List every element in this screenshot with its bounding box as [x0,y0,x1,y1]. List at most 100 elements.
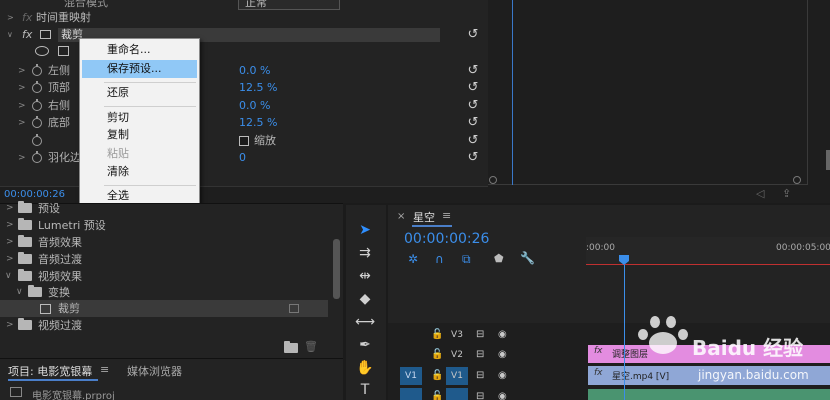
selection-tool-icon[interactable]: ➤ [354,220,376,240]
sync-lock-icon[interactable]: ⊟ [476,325,484,345]
twirl-open-icon[interactable]: ∨ [5,268,12,285]
effects-item-video-transitions[interactable]: > 视频过渡 [0,317,328,334]
filter-icon[interactable]: ◁ [756,187,764,200]
menu-item-rename[interactable]: 重命名... [82,41,197,59]
export-icon[interactable]: ⇪ [782,187,791,200]
property-value[interactable]: 0.0 % [239,97,270,115]
nest-toggle-icon[interactable]: ✲ [408,252,418,266]
reset-icon[interactable]: ↺ [466,62,480,80]
track-target-v1[interactable]: V1 [446,367,468,385]
eye-icon[interactable]: ◉ [498,325,507,345]
twirl-closed-icon[interactable]: > [6,317,14,334]
effects-item-transform[interactable]: ∨ 变换 [0,284,328,301]
slip-tool-icon[interactable]: ⟷ [354,312,376,332]
zoom-checkbox[interactable] [239,136,249,146]
fx-badge-icon[interactable]: fx [22,26,32,44]
reset-icon[interactable]: ↺ [466,132,480,150]
sync-lock-icon[interactable]: ⊟ [476,345,484,365]
effects-item-lumetri[interactable]: > Lumetri 预设 [0,217,328,234]
menu-item-cut[interactable]: 剪切 [82,109,197,127]
new-bin-icon[interactable] [284,341,298,353]
snap-icon[interactable]: ∩ [435,252,444,266]
eye-icon[interactable]: ◉ [498,387,507,400]
eye-icon[interactable]: ◉ [498,366,507,386]
crop-effect-row[interactable]: ∨ fx 裁剪 ↺ [0,26,488,44]
stopwatch-icon[interactable] [32,99,42,111]
work-area-bar[interactable] [586,264,830,265]
property-value[interactable]: 12.5 % [239,79,277,97]
track-select-tool-icon[interactable]: ⇉ [354,243,376,263]
twirl-closed-icon[interactable]: > [18,114,26,132]
effects-item-video-effects[interactable]: ∨ 视频效果 [0,268,328,285]
lock-icon[interactable]: 🔓 [431,325,443,345]
close-tab-icon[interactable]: × [397,211,405,222]
effect-timeline-scrollbar[interactable] [488,176,808,185]
scroll-handle-right-icon[interactable] [793,176,801,184]
sync-lock-icon[interactable]: ⊟ [476,387,484,400]
ripple-edit-tool-icon[interactable]: ⇹ [354,266,376,286]
twirl-open-icon[interactable]: ∨ [7,26,13,44]
stopwatch-icon[interactable] [32,134,42,146]
effects-item-crop-selected[interactable]: 裁剪 [0,300,328,317]
lock-icon[interactable]: 🔓 [431,387,443,400]
feather-value[interactable]: 0 [239,149,246,167]
property-value[interactable]: 0.0 % [239,62,270,80]
twirl-closed-icon[interactable]: > [6,251,14,268]
lock-icon[interactable]: 🔓 [431,366,443,386]
reset-icon[interactable]: ↺ [466,114,480,132]
tab-menu-icon[interactable]: ≡ [100,363,109,376]
stopwatch-icon[interactable] [32,151,42,163]
menu-item-copy[interactable]: 复制 [82,126,197,144]
twirl-closed-icon[interactable]: > [6,234,14,251]
scroll-handle-left-icon[interactable] [489,176,497,184]
menu-item-save-preset[interactable]: 保存预设... [82,60,197,78]
effects-item-audio-transitions[interactable]: > 音频过渡 [0,251,328,268]
twirl-closed-icon[interactable]: > [6,200,14,217]
hand-tool-icon[interactable]: ✋ [354,358,376,378]
twirl-closed-icon[interactable]: > [18,97,26,115]
reset-icon[interactable]: ↺ [466,79,480,97]
reset-icon[interactable]: ↺ [466,97,480,115]
tab-project[interactable]: 项目: 电影宽银幕 [8,363,92,379]
stopwatch-icon[interactable] [32,116,42,128]
menu-item-restore[interactable]: 还原 [82,84,197,102]
twirl-closed-icon[interactable]: > [6,217,14,234]
linked-selection-icon[interactable]: ⧉ [462,252,471,267]
sync-lock-icon[interactable]: ⊟ [476,366,484,386]
reset-icon[interactable]: ↺ [466,26,480,44]
twirl-closed-icon[interactable]: > [18,149,26,167]
effect-controls-timecode[interactable]: 00:00:00:26 [4,189,65,200]
time-remap-row[interactable]: > fx 时间重映射 [0,9,488,27]
timeline-timecode[interactable]: 00:00:00:26 [404,231,489,247]
project-file-name[interactable]: 电影宽银幕.prproj [32,387,115,400]
twirl-closed-icon[interactable]: > [18,62,26,80]
effects-scrollbar[interactable] [333,239,340,299]
effects-item-audio-effects[interactable]: > 音频效果 [0,234,328,251]
ellipse-mask-icon[interactable] [35,46,49,56]
effects-item-presets[interactable]: > 预设 [0,200,328,217]
trash-icon[interactable]: 🗑 [304,340,318,353]
twirl-closed-icon[interactable]: > [7,9,14,27]
sequence-tab[interactable]: 星空 [413,209,435,225]
twirl-open-icon[interactable]: ∨ [16,284,23,301]
source-patch-a1[interactable] [400,388,422,400]
tab-media-browser[interactable]: 媒体浏览器 [127,363,182,379]
twirl-closed-icon[interactable]: > [18,79,26,97]
stopwatch-icon[interactable] [32,64,42,76]
menu-item-clear[interactable]: 清除 [82,163,197,181]
property-value[interactable]: 12.5 % [239,114,277,132]
type-tool-icon[interactable]: T [354,380,376,400]
add-marker-icon[interactable]: ⬟ [494,252,504,265]
eye-icon[interactable]: ◉ [498,345,507,365]
source-patch-v1[interactable]: V1 [400,367,422,385]
pen-tool-icon[interactable]: ✒ [354,335,376,355]
reset-icon[interactable]: ↺ [466,149,480,167]
panel-scrollbar[interactable] [826,150,830,170]
stopwatch-icon[interactable] [32,81,42,93]
track-target-a1[interactable] [446,388,468,400]
lock-icon[interactable]: 🔓 [431,345,443,365]
wrench-icon[interactable]: 🔧 [520,251,535,265]
tab-menu-icon[interactable]: ≡ [442,209,451,222]
razor-tool-icon[interactable]: ◆ [354,289,376,309]
rectangle-mask-icon[interactable] [58,46,69,56]
